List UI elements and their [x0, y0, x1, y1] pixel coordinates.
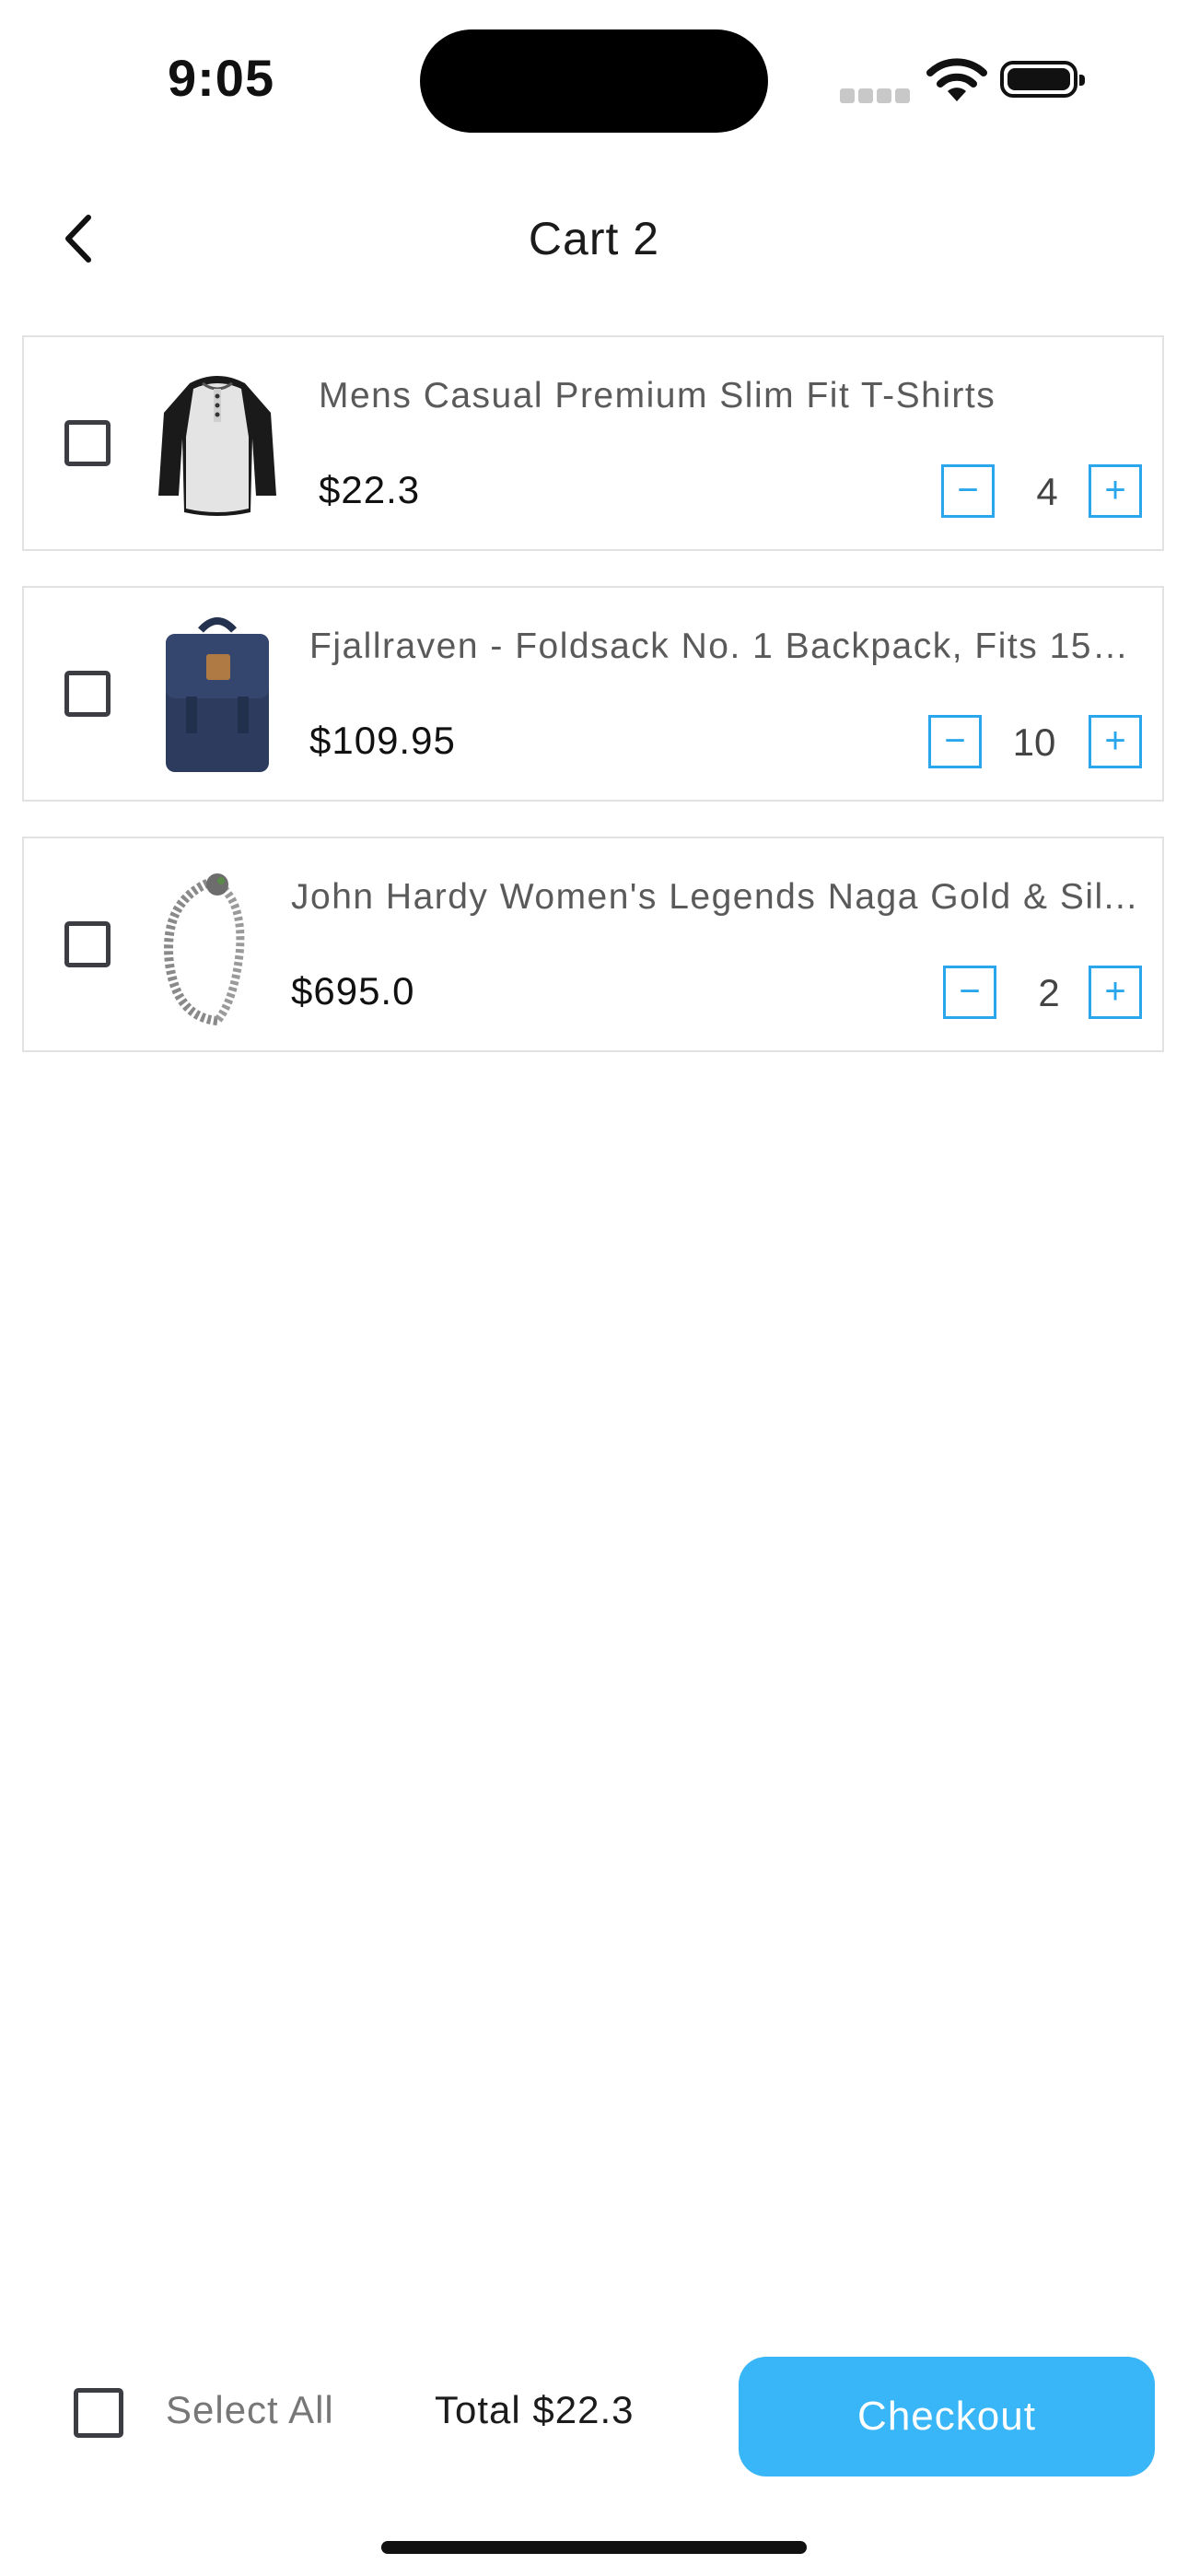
cart-item: John Hardy Women's Legends Naga Gold & S…	[22, 837, 1164, 1052]
increase-quantity-button[interactable]: +	[1089, 715, 1142, 768]
item-name: Fjallraven - Foldsack No. 1 Backpack, Fi…	[309, 626, 1138, 666]
bracelet-image	[164, 873, 245, 1025]
wifi-icon	[926, 58, 987, 101]
item-name: Mens Casual Premium Slim Fit T-Shirts	[319, 376, 996, 416]
decrease-quantity-button[interactable]: −	[943, 966, 996, 1019]
signal-dot	[840, 88, 855, 103]
decrease-quantity-button[interactable]: −	[941, 464, 995, 518]
item-price: $109.95	[309, 719, 456, 762]
item-quantity: 2	[1038, 971, 1060, 1014]
select-all-checkbox[interactable]	[74, 2388, 123, 2438]
item-quantity: 10	[1012, 720, 1056, 764]
item-checkbox[interactable]	[64, 420, 111, 466]
status-icons	[840, 55, 1089, 107]
item-quantity: 4	[1036, 470, 1058, 513]
backpack-image	[166, 617, 269, 772]
increase-quantity-button[interactable]: +	[1089, 464, 1142, 518]
cart-item: Mens Casual Premium Slim Fit T-Shirts $2…	[22, 335, 1164, 551]
select-all-label[interactable]: Select All	[166, 2388, 334, 2432]
item-price: $22.3	[319, 468, 421, 511]
decrease-quantity-button[interactable]: −	[928, 715, 982, 768]
signal-dot	[858, 88, 873, 103]
signal-dot	[877, 88, 891, 103]
tshirt-image	[158, 376, 276, 516]
dynamic-island	[420, 29, 768, 133]
item-name: John Hardy Women's Legends Naga Gold & S…	[291, 877, 1138, 917]
status-time: 9:05	[168, 49, 275, 107]
battery-icon	[1000, 61, 1085, 98]
item-checkbox[interactable]	[64, 671, 111, 717]
cart-item: Fjallraven - Foldsack No. 1 Backpack, Fi…	[22, 586, 1164, 802]
checkout-button[interactable]: Checkout	[739, 2357, 1155, 2476]
item-price: $695.0	[291, 969, 415, 1013]
page-title: Cart 2	[528, 213, 660, 264]
cart-total: Total $22.3	[435, 2388, 635, 2431]
item-checkbox[interactable]	[64, 921, 111, 967]
increase-quantity-button[interactable]: +	[1089, 966, 1142, 1019]
home-indicator[interactable]	[381, 2541, 807, 2554]
signal-dot	[895, 88, 910, 103]
